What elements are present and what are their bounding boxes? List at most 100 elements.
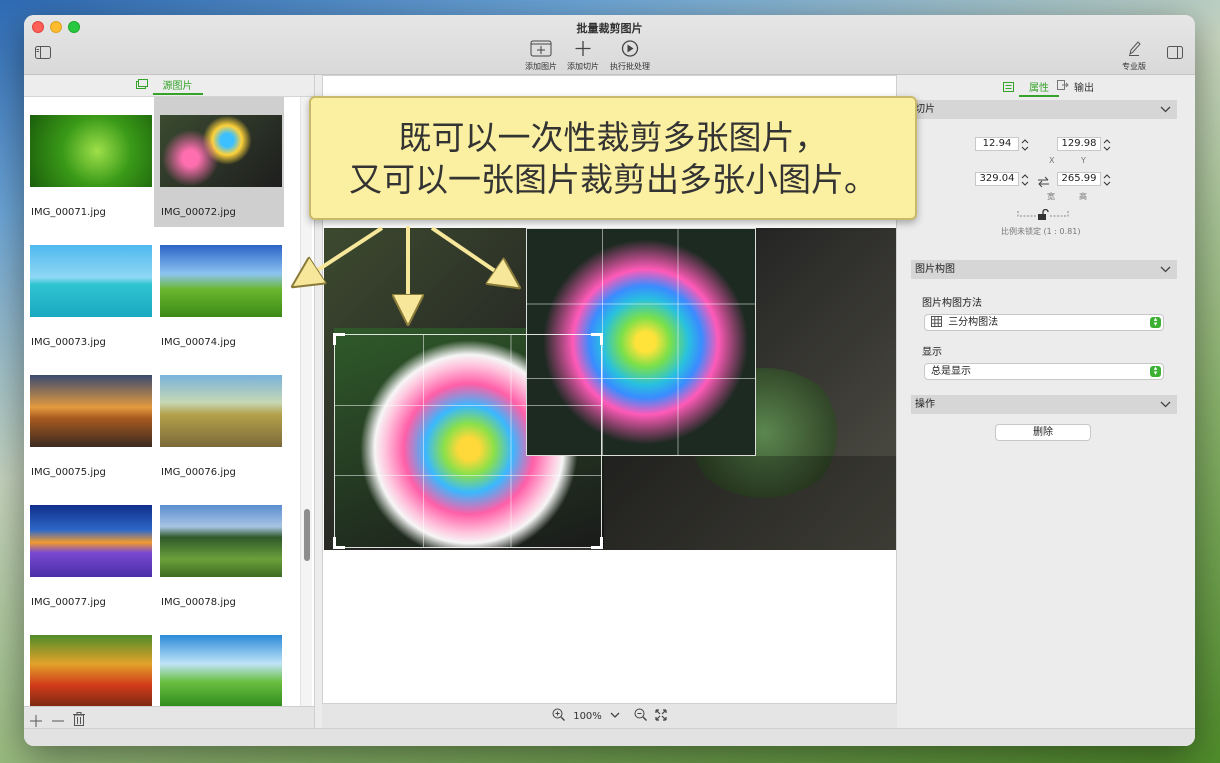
status-bar	[24, 728, 1195, 746]
thumbnail-grid: IMG_00071.jpg IMG_00072.jpg IMG_00073.jp…	[24, 97, 294, 707]
y-label: Y	[1081, 156, 1086, 165]
title-bar: 批量裁剪图片 添加图片 添加切片 执行批处理 专业版	[24, 15, 1195, 75]
thumbnail-image	[30, 245, 152, 317]
fit-to-window-icon[interactable]	[655, 708, 667, 724]
thumbnail-name: IMG_00072.jpg	[161, 207, 236, 218]
sidebar-toggle-icon[interactable]	[35, 44, 51, 63]
add-image-button[interactable]: 添加图片	[525, 40, 557, 72]
unlock-icon[interactable]	[1037, 206, 1049, 225]
thumbnail-image	[160, 245, 282, 317]
thumbnail-image	[30, 115, 152, 187]
canvas-footer: 100%	[322, 704, 897, 728]
zoom-in-icon[interactable]	[552, 708, 566, 724]
add-slice-button[interactable]: 添加切片	[567, 40, 599, 72]
composition-method-value: 三分构图法	[948, 317, 999, 328]
output-tab[interactable]: 输出	[1057, 79, 1094, 94]
thumbnail-image	[30, 375, 152, 447]
images-icon	[135, 79, 148, 92]
thumbnail-item[interactable]: IMG_00075.jpg	[24, 357, 154, 487]
thumbnail-name: IMG_00071.jpg	[31, 207, 106, 218]
composition-method-select[interactable]: 三分构图法 ▴ ▾	[924, 314, 1164, 331]
stepper-icon[interactable]	[1103, 172, 1111, 191]
thumbnail-item-selected[interactable]: IMG_00072.jpg	[154, 97, 284, 227]
run-batch-label: 执行批处理	[610, 62, 650, 71]
properties-tab[interactable]: 属性	[1003, 79, 1059, 97]
thumbnail-item[interactable]	[24, 617, 154, 707]
ratio-status: 比例未锁定 (1 : 0.81)	[1001, 227, 1081, 236]
slice-y-field[interactable]: 129.98	[1057, 137, 1101, 151]
inspector-toggle-icon[interactable]	[1167, 44, 1183, 63]
add-image-icon	[530, 40, 552, 59]
rule-of-thirds-grid	[527, 229, 755, 455]
thumbnail-item[interactable]: IMG_00073.jpg	[24, 227, 154, 357]
thumbnail-name: IMG_00073.jpg	[31, 337, 106, 348]
grid-icon	[931, 316, 942, 332]
thumbnail-name: IMG_00078.jpg	[161, 597, 236, 608]
thumbnail-item[interactable]: IMG_00076.jpg	[154, 357, 284, 487]
properties-icon	[1003, 81, 1014, 95]
operations-section-header[interactable]: 操作	[911, 395, 1177, 414]
slice-section-title: 切片	[915, 104, 935, 115]
display-value: 总是显示	[931, 366, 971, 377]
chevron-down-icon[interactable]	[1160, 100, 1171, 126]
source-images-tab[interactable]: 源图片	[24, 75, 314, 97]
delete-button[interactable]: 删除	[995, 424, 1091, 441]
banner-line-1: 既可以一次性裁剪多张图片，	[398, 118, 828, 157]
display-select[interactable]: 总是显示 ▴ ▾	[924, 363, 1164, 380]
stepper-icon[interactable]	[1021, 137, 1029, 156]
composition-section-title: 图片构图	[915, 264, 955, 275]
swap-icon[interactable]	[1037, 173, 1050, 192]
thumbnail-item[interactable]: IMG_00078.jpg	[154, 487, 284, 617]
promo-banner: 既可以一次性裁剪多张图片， 又可以一张图片裁剪出多张小图片。	[309, 96, 917, 220]
zoom-level[interactable]: 100%	[573, 711, 602, 722]
thumbnail-image	[30, 635, 152, 707]
thumbnail-image	[160, 635, 282, 707]
slice-width-field[interactable]: 329.04	[975, 172, 1019, 186]
thumbnail-item[interactable]: IMG_00071.jpg	[24, 97, 154, 227]
thumbnail-name: IMG_00075.jpg	[31, 467, 106, 478]
window-title: 批量裁剪图片	[576, 22, 643, 35]
chevron-down-icon[interactable]	[1160, 395, 1171, 421]
source-images-panel: 源图片 IMG_00071.jpg IMG_00072.jpg IMG_0007…	[24, 75, 315, 728]
inspector-tabs: 属性 输出	[905, 75, 1195, 97]
slice-section-header[interactable]: 切片	[911, 100, 1177, 119]
thumbnail-item[interactable]: IMG_00077.jpg	[24, 487, 154, 617]
stepper-icon[interactable]	[1021, 172, 1029, 191]
crop-corner-handle[interactable]	[333, 333, 345, 345]
thumbnail-image	[160, 375, 282, 447]
banner-line-2: 又可以一张图片裁剪出多张小图片。	[349, 160, 877, 199]
export-icon	[1057, 80, 1069, 93]
zoom-out-icon[interactable]	[634, 708, 647, 724]
chevron-down-icon[interactable]	[610, 711, 620, 722]
composition-section-header[interactable]: 图片构图	[911, 260, 1177, 279]
thumbnail-image	[160, 115, 282, 187]
x-label: X	[1049, 156, 1055, 165]
pen-icon	[1126, 40, 1142, 59]
image-canvas[interactable]	[324, 228, 896, 550]
crop-corner-handle[interactable]	[333, 537, 345, 549]
pro-version-button[interactable]: 专业版	[1122, 40, 1146, 72]
slice-height-field[interactable]: 265.99	[1057, 172, 1101, 186]
display-label: 显示	[922, 347, 942, 358]
source-images-tab-label: 源图片	[152, 77, 203, 95]
operations-section-title: 操作	[915, 399, 935, 410]
slice-x-field[interactable]: 12.94	[975, 137, 1019, 151]
output-tab-label: 输出	[1074, 83, 1094, 94]
thumbnail-item[interactable]: IMG_00074.jpg	[154, 227, 284, 357]
crop-corner-handle[interactable]	[591, 537, 603, 549]
stepper-icon[interactable]	[1103, 137, 1111, 156]
composition-method-label: 图片构图方法	[922, 298, 982, 309]
thumbnail-item[interactable]	[154, 617, 284, 707]
add-image-label: 添加图片	[525, 62, 557, 71]
run-batch-button[interactable]: 执行批处理	[610, 40, 650, 72]
thumbnail-name: IMG_00077.jpg	[31, 597, 106, 608]
thumbnail-image	[160, 505, 282, 577]
scrollbar-thumb[interactable]	[304, 509, 310, 561]
play-icon	[620, 40, 640, 59]
chevron-down-icon[interactable]	[1160, 260, 1171, 286]
select-arrows-icon: ▴ ▾	[1150, 365, 1161, 377]
width-label: 宽	[1047, 192, 1055, 201]
plus-icon	[574, 40, 592, 59]
inspector-panel: 属性 输出 切片 12.94 129.98 X Y 329.04 265.99 …	[905, 75, 1195, 728]
crop-slice-2[interactable]	[526, 228, 756, 456]
